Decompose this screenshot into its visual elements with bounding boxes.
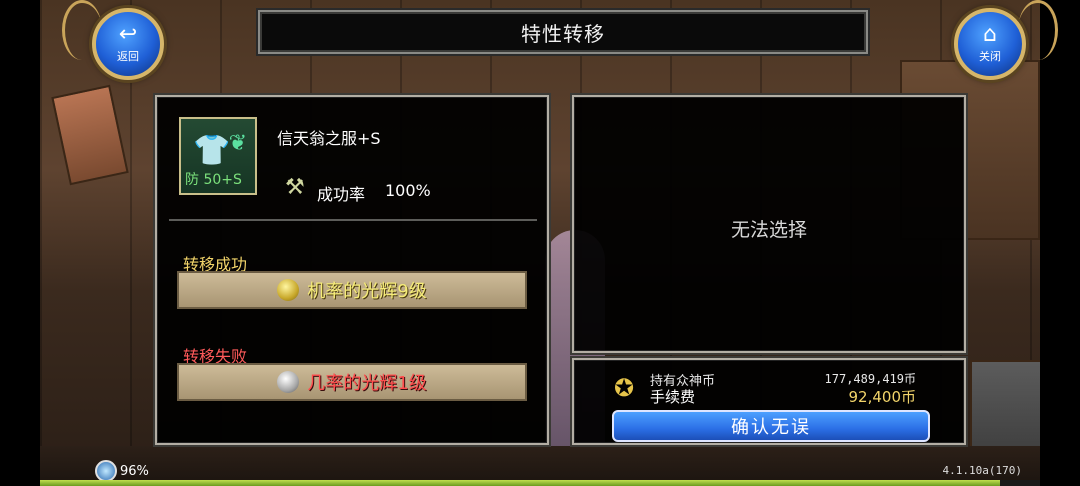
item-panel: 👕 ❦ 防 50+S 信天翁之服+S ⚒ 成功率 100% 转移成功 机率的光辉… <box>155 95 549 445</box>
coin-icon: ✪ <box>614 374 635 402</box>
cost-panel: ✪ 持有众神币 177,489,419币 手续费 92,400币 确认无误 <box>572 358 966 445</box>
progress-fill <box>40 480 1000 486</box>
fail-result-text: 几率的光辉1级 <box>307 373 427 394</box>
fee-value: 92,400币 <box>848 388 917 406</box>
battery-indicator: 96% <box>95 460 149 482</box>
divider <box>169 219 537 221</box>
silver-orb-icon <box>277 371 300 393</box>
background-object <box>51 84 129 186</box>
battery-icon <box>95 460 117 482</box>
letterbox-right <box>1040 0 1080 486</box>
battery-value: 96% <box>120 463 149 479</box>
success-result-bar: 机率的光辉9级 <box>177 271 527 309</box>
target-panel[interactable]: 无法选择 <box>572 95 966 353</box>
version-text: 4.1.10a(170) <box>942 464 1022 477</box>
item-slot[interactable]: 👕 ❦ 防 50+S <box>179 117 257 195</box>
defense-value: 防 50+S <box>185 172 242 188</box>
back-button[interactable]: ↩ 返回 <box>92 8 164 80</box>
back-arrow-icon: ↩ <box>118 22 138 47</box>
gold-orb-icon <box>277 279 300 301</box>
home-icon: ⌂ <box>983 22 997 47</box>
page-title: 特性转移 <box>521 21 605 46</box>
success-rate-value: 100% <box>385 181 431 200</box>
back-label: 返回 <box>117 50 139 63</box>
armor-icon: 👕 <box>193 133 231 168</box>
close-button[interactable]: ⌂ 关闭 <box>954 8 1026 80</box>
letterbox-left <box>0 0 40 486</box>
success-rate-label: 成功率 <box>317 185 366 204</box>
fee-row: 手续费 92,400币 <box>650 386 916 407</box>
leaf-icon: ❦ <box>228 131 247 156</box>
close-label: 关闭 <box>979 50 1001 63</box>
title-bar: 特性转移 <box>258 10 868 54</box>
empty-selection-text: 无法选择 <box>730 219 807 241</box>
confirm-button[interactable]: 确认无误 <box>612 410 930 442</box>
progress-bar <box>40 480 1040 486</box>
item-name: 信天翁之服+S <box>277 129 381 148</box>
fee-label: 手续费 <box>650 388 696 406</box>
hammer-icon: ⚒ <box>285 175 305 200</box>
fail-result-bar: 几率的光辉1级 <box>177 363 527 401</box>
success-result-text: 机率的光辉9级 <box>307 281 427 302</box>
